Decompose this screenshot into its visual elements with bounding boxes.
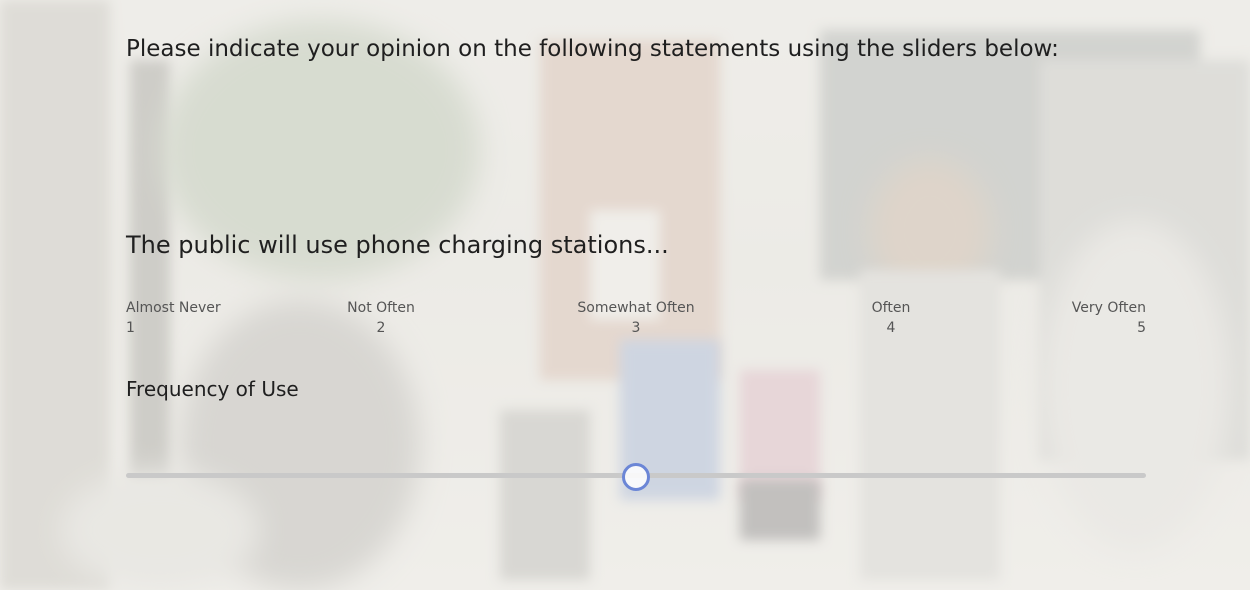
survey-question: Please indicate your opinion on the foll… xyxy=(126,0,1146,590)
tick-number: 5 xyxy=(1137,320,1146,336)
question-prompt: Please indicate your opinion on the foll… xyxy=(126,36,1059,62)
slider-label: Frequency of Use xyxy=(126,377,299,401)
scale-tick-3: Somewhat Often 3 xyxy=(577,298,694,338)
scale-tick-1: Almost Never 1 xyxy=(126,298,221,338)
scale-tick-4: Often 4 xyxy=(872,298,911,338)
tick-number: 4 xyxy=(886,320,896,336)
scale-tick-2: Not Often 2 xyxy=(347,298,415,338)
tick-label: Not Often xyxy=(347,300,415,316)
tick-label: Very Often xyxy=(1071,300,1146,316)
tick-number: 1 xyxy=(126,320,135,336)
tick-number: 3 xyxy=(631,320,641,336)
slider-thumb[interactable] xyxy=(622,463,650,491)
tick-label: Almost Never xyxy=(126,300,221,316)
tick-label: Somewhat Often xyxy=(577,300,695,316)
slider-scale: Almost Never 1 Not Often 2 Somewhat Ofte… xyxy=(126,298,1146,342)
scale-tick-5: Very Often 5 xyxy=(1072,298,1146,338)
tick-label: Often xyxy=(871,300,911,316)
tick-number: 2 xyxy=(376,320,386,336)
statement-text: The public will use phone charging stati… xyxy=(126,231,669,259)
